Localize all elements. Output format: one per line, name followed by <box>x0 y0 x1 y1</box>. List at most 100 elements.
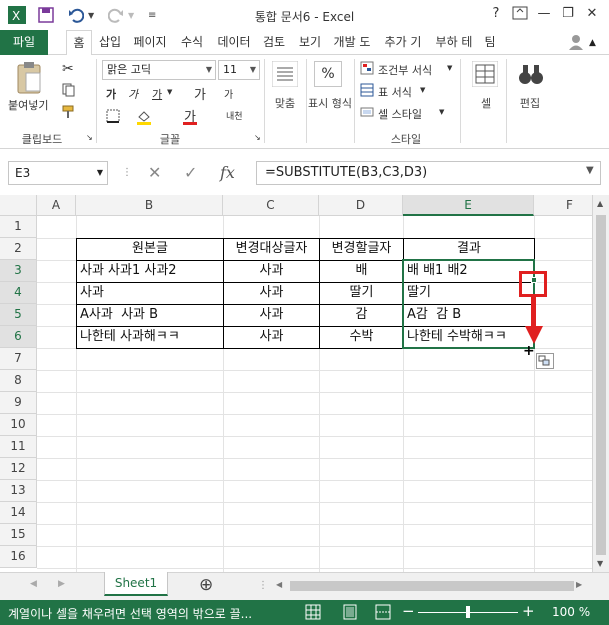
row-header[interactable]: 7 <box>0 348 37 370</box>
cells-icon[interactable] <box>471 60 499 90</box>
hscroll-left-icon[interactable]: ◀ <box>276 580 282 589</box>
editing-group-label[interactable]: 편집 <box>512 95 548 111</box>
collapse-ribbon-icon[interactable]: ▲ <box>589 38 605 54</box>
tab-split-grip-icon[interactable]: ⋮ <box>258 580 268 591</box>
tab-add-ins[interactable]: 추가 기 <box>379 30 427 55</box>
column-header-a[interactable]: A <box>37 195 76 216</box>
help-button[interactable]: ? <box>487 6 505 22</box>
scroll-up-icon[interactable]: ▲ <box>597 199 603 208</box>
border-icon[interactable] <box>106 109 120 126</box>
row-header[interactable]: 14 <box>0 502 37 524</box>
zoom-level[interactable]: 100 % <box>552 605 590 619</box>
conditional-format-dropdown-icon[interactable]: ▼ <box>447 64 452 72</box>
table-cell[interactable]: 감 <box>320 304 403 326</box>
scroll-down-icon[interactable]: ▼ <box>597 559 603 568</box>
row-header[interactable]: 9 <box>0 392 37 414</box>
row-header[interactable]: 8 <box>0 370 37 392</box>
table-cell[interactable]: 사과 <box>224 326 319 348</box>
fill-color-icon[interactable] <box>136 109 152 128</box>
row-header[interactable]: 13 <box>0 480 37 502</box>
table-cell[interactable]: 사과 사과1 사과2 <box>80 260 222 282</box>
underline-dropdown-icon[interactable]: ▼ <box>167 88 172 96</box>
sheet-scroll-right-icon[interactable]: ▶ <box>58 579 65 589</box>
tab-load-test[interactable]: 부하 테 <box>430 30 478 55</box>
tab-developer[interactable]: 개발 도 <box>328 30 376 55</box>
sheet-tab-sheet1[interactable]: Sheet1 <box>104 572 168 596</box>
tab-team[interactable]: 팀 <box>480 30 500 55</box>
table-cell[interactable]: 사과 <box>224 260 319 282</box>
row-header[interactable]: 10 <box>0 414 37 436</box>
user-account-icon[interactable] <box>568 34 584 50</box>
row-header[interactable]: 4 <box>0 282 37 304</box>
name-box-dropdown-icon[interactable]: ▼ <box>97 162 103 184</box>
paste-icon[interactable] <box>14 61 44 98</box>
table-cell[interactable]: 수박 <box>320 326 403 348</box>
worksheet-grid[interactable]: A B C D E F 1 2 3 4 5 6 7 8 9 10 11 12 1… <box>0 195 592 572</box>
grow-font-button[interactable]: 가 <box>194 84 206 103</box>
normal-view-icon[interactable] <box>305 604 321 623</box>
row-header[interactable]: 6 <box>0 326 37 348</box>
table-cell[interactable]: 딸기 <box>320 282 403 304</box>
tab-home[interactable]: 홈 <box>66 30 92 56</box>
column-header-e[interactable]: E <box>403 195 534 216</box>
italic-button[interactable]: 가 <box>128 86 138 102</box>
select-all-corner[interactable] <box>0 195 37 216</box>
tab-page-layout[interactable]: 페이지 <box>129 30 171 55</box>
table-cell[interactable]: 사과 <box>224 282 319 304</box>
percent-format-button[interactable]: % <box>314 61 342 87</box>
column-header-f[interactable]: F <box>534 195 592 216</box>
cancel-entry-button[interactable]: ✕ <box>148 163 161 182</box>
page-break-view-icon[interactable] <box>375 604 391 623</box>
tab-review[interactable]: 검토 <box>258 30 290 55</box>
find-binoculars-icon[interactable] <box>518 61 544 90</box>
table-header-cell[interactable]: 결과 <box>404 238 534 260</box>
tab-data[interactable]: 데이터 <box>212 30 256 55</box>
hscroll-right-icon[interactable]: ▶ <box>576 580 582 589</box>
table-header-cell[interactable]: 원본글 <box>77 238 223 260</box>
vertical-scroll-thumb[interactable] <box>596 215 606 555</box>
row-header[interactable]: 1 <box>0 216 37 238</box>
table-cell[interactable]: 배 <box>320 260 403 282</box>
table-cell[interactable]: A사과 사과 B <box>80 304 222 326</box>
zoom-out-button[interactable]: − <box>402 602 415 620</box>
horizontal-scroll-thumb[interactable] <box>290 581 574 591</box>
format-painter-icon[interactable] <box>62 105 76 122</box>
row-header[interactable]: 5 <box>0 304 37 326</box>
table-cell[interactable]: 나한테 사과해ㅋㅋ <box>80 326 222 348</box>
new-sheet-button[interactable]: ⊕ <box>199 575 213 595</box>
tab-formulas[interactable]: 수식 <box>176 30 208 55</box>
bold-button[interactable]: 가 <box>106 86 116 102</box>
tab-insert[interactable]: 삽입 <box>94 30 126 55</box>
table-cell[interactable]: 사과 <box>224 304 319 326</box>
zoom-in-button[interactable]: + <box>522 602 535 620</box>
formula-input[interactable]: =SUBSTITUTE(B3,C3,D3) <box>256 161 601 185</box>
minimize-button[interactable]: — <box>535 6 553 22</box>
underline-button[interactable]: 가 <box>152 86 162 102</box>
column-header-c[interactable]: C <box>223 195 319 216</box>
cut-icon[interactable]: ✂ <box>62 61 74 77</box>
alignment-group-label[interactable]: 맞춤 <box>270 95 300 111</box>
name-box[interactable]: E3 ▼ <box>8 161 108 185</box>
ribbon-display-options-icon[interactable] <box>511 6 529 22</box>
table-cell[interactable]: 사과 <box>80 282 222 304</box>
table-header-cell[interactable]: 변경할글자 <box>320 238 403 260</box>
font-launcher-icon[interactable]: ↘ <box>254 133 261 142</box>
page-layout-view-icon[interactable] <box>342 604 358 623</box>
vertical-scrollbar[interactable]: ▲ ▼ <box>592 195 609 572</box>
row-header[interactable]: 15 <box>0 524 37 546</box>
cells-group-label[interactable]: 셀 <box>474 95 498 111</box>
copy-icon[interactable] <box>62 83 76 100</box>
cell-style-icon[interactable] <box>360 105 374 122</box>
row-header[interactable]: 12 <box>0 458 37 480</box>
tab-file[interactable]: 파일 <box>0 30 48 55</box>
auto-fill-options-icon[interactable] <box>536 353 554 369</box>
table-header-cell[interactable]: 변경대상글자 <box>224 238 319 260</box>
font-name-combo[interactable]: 맑은 고딕 ▼ <box>102 60 216 80</box>
sheet-scroll-left-icon[interactable]: ◀ <box>30 579 37 589</box>
row-header[interactable]: 3 <box>0 260 37 282</box>
insert-function-button[interactable]: fx <box>220 163 235 182</box>
restore-button[interactable]: ❐ <box>559 6 577 22</box>
column-header-b[interactable]: B <box>76 195 223 216</box>
expand-formula-bar-icon[interactable]: ▼ <box>586 165 594 176</box>
row-header[interactable]: 11 <box>0 436 37 458</box>
